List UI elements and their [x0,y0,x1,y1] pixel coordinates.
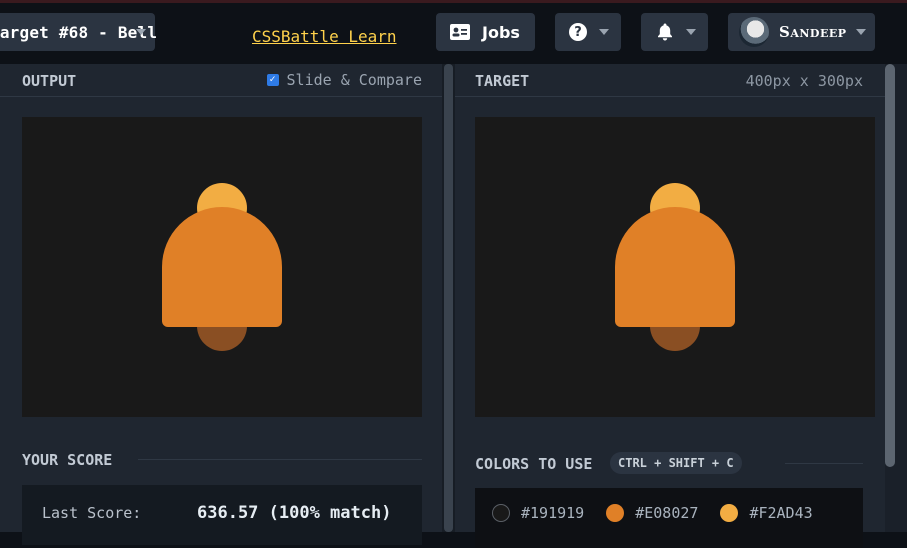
color-swatch [492,504,510,522]
bell-body-shape [615,207,735,327]
chevron-down-icon [136,29,146,35]
divider [785,463,863,464]
help-menu-button[interactable]: ? [555,13,621,51]
color-chip[interactable]: #E08027 [606,504,698,522]
output-preview[interactable] [22,117,422,417]
user-menu-button[interactable]: Sandeep [728,13,875,51]
color-swatch [606,504,625,522]
chevron-down-icon [686,29,696,35]
output-panel-header: OUTPUT ✓ Slide & Compare [0,64,442,97]
color-swatch [720,504,739,522]
panel-resize-handle[interactable] [442,64,455,532]
jobs-button[interactable]: Jobs [436,13,535,51]
output-title: OUTPUT [22,72,77,90]
last-score-label: Last Score: [42,504,142,522]
output-panel: OUTPUT ✓ Slide & Compare YOUR SCORE Last… [0,64,442,545]
color-palette: #191919 #E08027 #F2AD43 [475,488,863,548]
top-navigation-bar: Target #68 - Bell CSSBattle Learn Jobs ?… [0,3,907,64]
target-panel-header: TARGET 400px x 300px [455,64,885,97]
bell-body-shape [162,207,282,327]
jobs-button-label: Jobs [482,22,520,42]
color-code: #191919 [521,504,585,522]
target-panel: TARGET 400px x 300px COLORS TO USE CTRL … [455,64,885,548]
slide-compare-checkbox[interactable]: ✓ [266,74,279,86]
resize-handle-bar[interactable] [444,64,453,532]
score-card: Last Score: 636.57 (100% match) [22,485,422,545]
divider [138,459,422,460]
chevron-down-icon [856,29,866,35]
color-code: #F2AD43 [749,504,813,522]
target-preview [475,117,875,417]
color-code: #E08027 [635,504,699,522]
color-chip[interactable]: #191919 [492,504,584,522]
chevron-down-icon [599,29,609,35]
target-selector-label: Target #68 - Bell [0,22,158,42]
color-chip[interactable]: #F2AD43 [720,504,813,522]
cssbattle-learn-link[interactable]: CSSBattle Learn [252,27,397,46]
page-scrollbar[interactable] [885,64,907,532]
slide-compare-label: Slide & Compare [286,71,422,89]
scrollbar-thumb[interactable] [885,64,895,467]
user-name: Sandeep [779,23,847,41]
colors-to-use-heading: COLORS TO USE [475,455,593,473]
target-title: TARGET [475,72,530,90]
id-card-icon [450,24,470,40]
target-dimensions: 400px x 300px [745,72,863,90]
last-score-value: 636.57 (100% match) [197,503,392,523]
copy-colors-shortcut-badge: CTRL + SHIFT + C [610,452,742,474]
your-score-heading: YOUR SCORE [22,451,113,469]
target-selector-dropdown[interactable]: Target #68 - Bell [0,13,158,51]
question-circle-icon: ? [569,23,587,41]
notifications-button[interactable] [641,13,708,51]
avatar [739,17,769,47]
slide-compare-toggle[interactable]: ✓ Slide & Compare [266,71,422,89]
bell-icon [658,23,672,41]
